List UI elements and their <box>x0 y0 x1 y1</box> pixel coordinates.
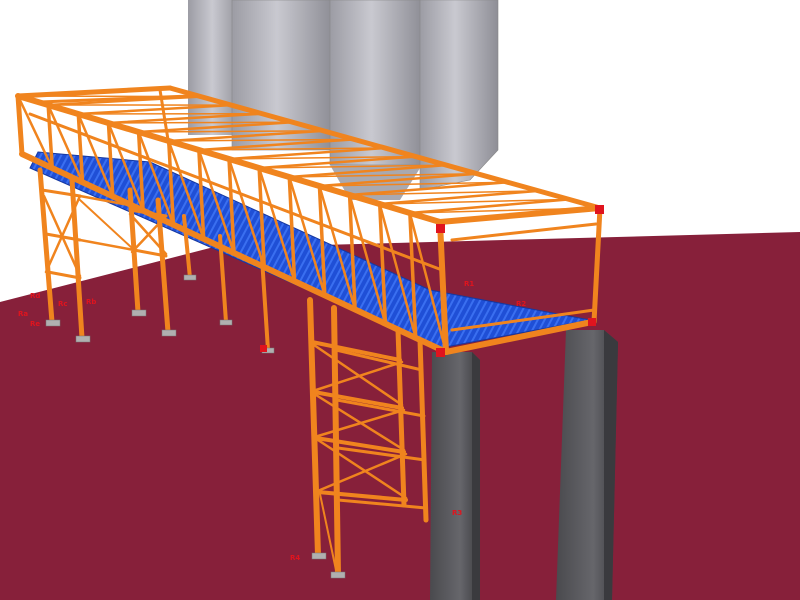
label-ra: Ra <box>18 310 28 318</box>
silos <box>188 0 499 200</box>
label-re: Re <box>30 320 40 328</box>
roof-crossbeam <box>16 86 172 98</box>
structure-model-canvas[interactable]: Rd Rc Rb Ra Re R4 R3 R2 R1 <box>0 0 800 600</box>
3d-viewport[interactable]: Rd Rc Rb Ra Re R4 R3 R2 R1 <box>0 0 800 600</box>
label-rb: Rb <box>86 298 96 306</box>
label-r4: R4 <box>290 554 300 562</box>
label-rd: Rd <box>30 292 40 300</box>
label-r2: R2 <box>516 300 526 308</box>
roof-brace <box>17 95 202 98</box>
label-r1: R1 <box>464 280 474 288</box>
label-r3: R3 <box>452 509 462 517</box>
label-rc: Rc <box>58 300 68 308</box>
